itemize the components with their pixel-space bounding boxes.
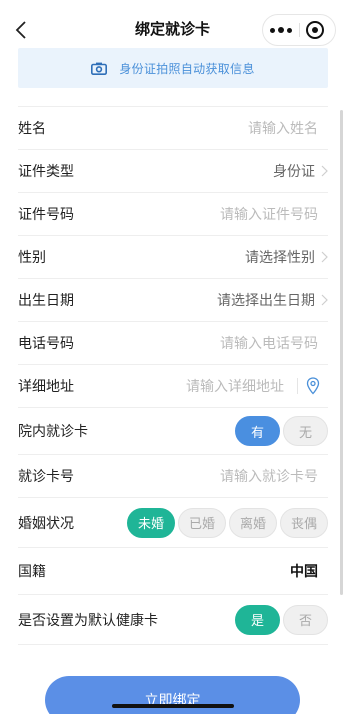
id-number-input[interactable]: 请输入证件号码 [220, 204, 318, 224]
id-type-select[interactable]: 身份证 [273, 161, 315, 181]
birthdate-select[interactable]: 请选择出生日期 [217, 290, 315, 310]
location-pin-icon[interactable] [306, 377, 320, 395]
marital-unmarried-option[interactable]: 未婚 [127, 507, 175, 538]
marital-widowed-option[interactable]: 丧偶 [280, 507, 328, 538]
id-type-label: 证件类型 [18, 164, 74, 180]
form-row-id-number[interactable]: 证件号码 请输入证件号码 [18, 192, 328, 235]
marital-label: 婚姻状况 [18, 515, 74, 532]
form-row-has-card: 院内就诊卡 有 无 [18, 407, 328, 454]
mini-program-capsule [262, 14, 336, 46]
card-number-input[interactable]: 请输入就诊卡号 [220, 466, 318, 486]
capsule-divider [299, 23, 300, 37]
submit-bind-button[interactable]: 立即绑定 [45, 676, 300, 714]
form-row-marital: 婚姻状况 未婚 已婚 离婚 丧偶 [18, 497, 328, 547]
default-card-yes-option[interactable]: 是 [235, 604, 280, 635]
home-indicator [112, 704, 234, 708]
scrollbar[interactable] [340, 110, 343, 595]
form-row-nationality[interactable]: 国籍 中国 [18, 547, 328, 594]
default-card-no-option[interactable]: 否 [283, 604, 328, 635]
close-mini-program-button[interactable] [306, 21, 324, 39]
form-row-name[interactable]: 姓名 请输入姓名 [18, 106, 328, 149]
form-row-default-card: 是否设置为默认健康卡 是 否 [18, 594, 328, 644]
more-dots-icon [278, 27, 284, 33]
default-card-label: 是否设置为默认健康卡 [18, 612, 158, 629]
id-number-label: 证件号码 [18, 207, 74, 223]
card-number-label: 就诊卡号 [18, 469, 74, 485]
camera-icon [91, 62, 108, 75]
form-row-gender[interactable]: 性别 请选择性别 [18, 235, 328, 278]
more-dots-icon [270, 27, 275, 33]
form-bottom-divider [18, 644, 328, 645]
form-row-phone[interactable]: 电话号码 请输入电话号码 [18, 321, 328, 364]
address-label: 详细地址 [18, 379, 74, 395]
name-label: 姓名 [18, 121, 46, 137]
chevron-right-icon [321, 294, 328, 306]
banner-text: 身份证拍照自动获取信息 [119, 61, 255, 76]
marital-married-option[interactable]: 已婚 [178, 507, 226, 538]
id-photo-banner[interactable]: 身份证拍照自动获取信息 [18, 48, 328, 88]
gender-select[interactable]: 请选择性别 [245, 247, 315, 267]
card-form: 姓名 请输入姓名 证件类型 身份证 证件号码 请输入证件号码 性别 请选择性别 … [18, 106, 328, 645]
default-card-options: 是 否 [235, 604, 328, 635]
marital-divorced-option[interactable]: 离婚 [229, 507, 277, 538]
form-row-address[interactable]: 详细地址 请输入详细地址 [18, 364, 328, 407]
has-card-no-option[interactable]: 无 [283, 416, 328, 446]
phone-label: 电话号码 [18, 336, 74, 352]
has-card-label: 院内就诊卡 [18, 424, 88, 440]
form-row-id-type[interactable]: 证件类型 身份证 [18, 149, 328, 192]
birthdate-label: 出生日期 [18, 293, 74, 309]
more-button[interactable] [263, 15, 299, 45]
form-row-birthdate[interactable]: 出生日期 请选择出生日期 [18, 278, 328, 321]
chevron-right-icon [321, 165, 328, 177]
marital-options: 未婚 已婚 离婚 丧偶 [127, 507, 328, 538]
nationality-label: 国籍 [18, 564, 46, 580]
address-input[interactable]: 请输入详细地址 [186, 376, 284, 396]
form-row-card-number[interactable]: 就诊卡号 请输入就诊卡号 [18, 454, 328, 497]
has-card-yes-option[interactable]: 有 [235, 416, 280, 446]
nationality-value[interactable]: 中国 [290, 561, 318, 581]
name-input[interactable]: 请输入姓名 [248, 118, 318, 138]
has-card-options: 有 无 [235, 416, 328, 446]
gender-label: 性别 [18, 250, 46, 266]
chevron-right-icon [321, 251, 328, 263]
address-divider [297, 378, 298, 394]
more-dots-icon [287, 27, 292, 33]
phone-input[interactable]: 请输入电话号码 [220, 333, 318, 353]
